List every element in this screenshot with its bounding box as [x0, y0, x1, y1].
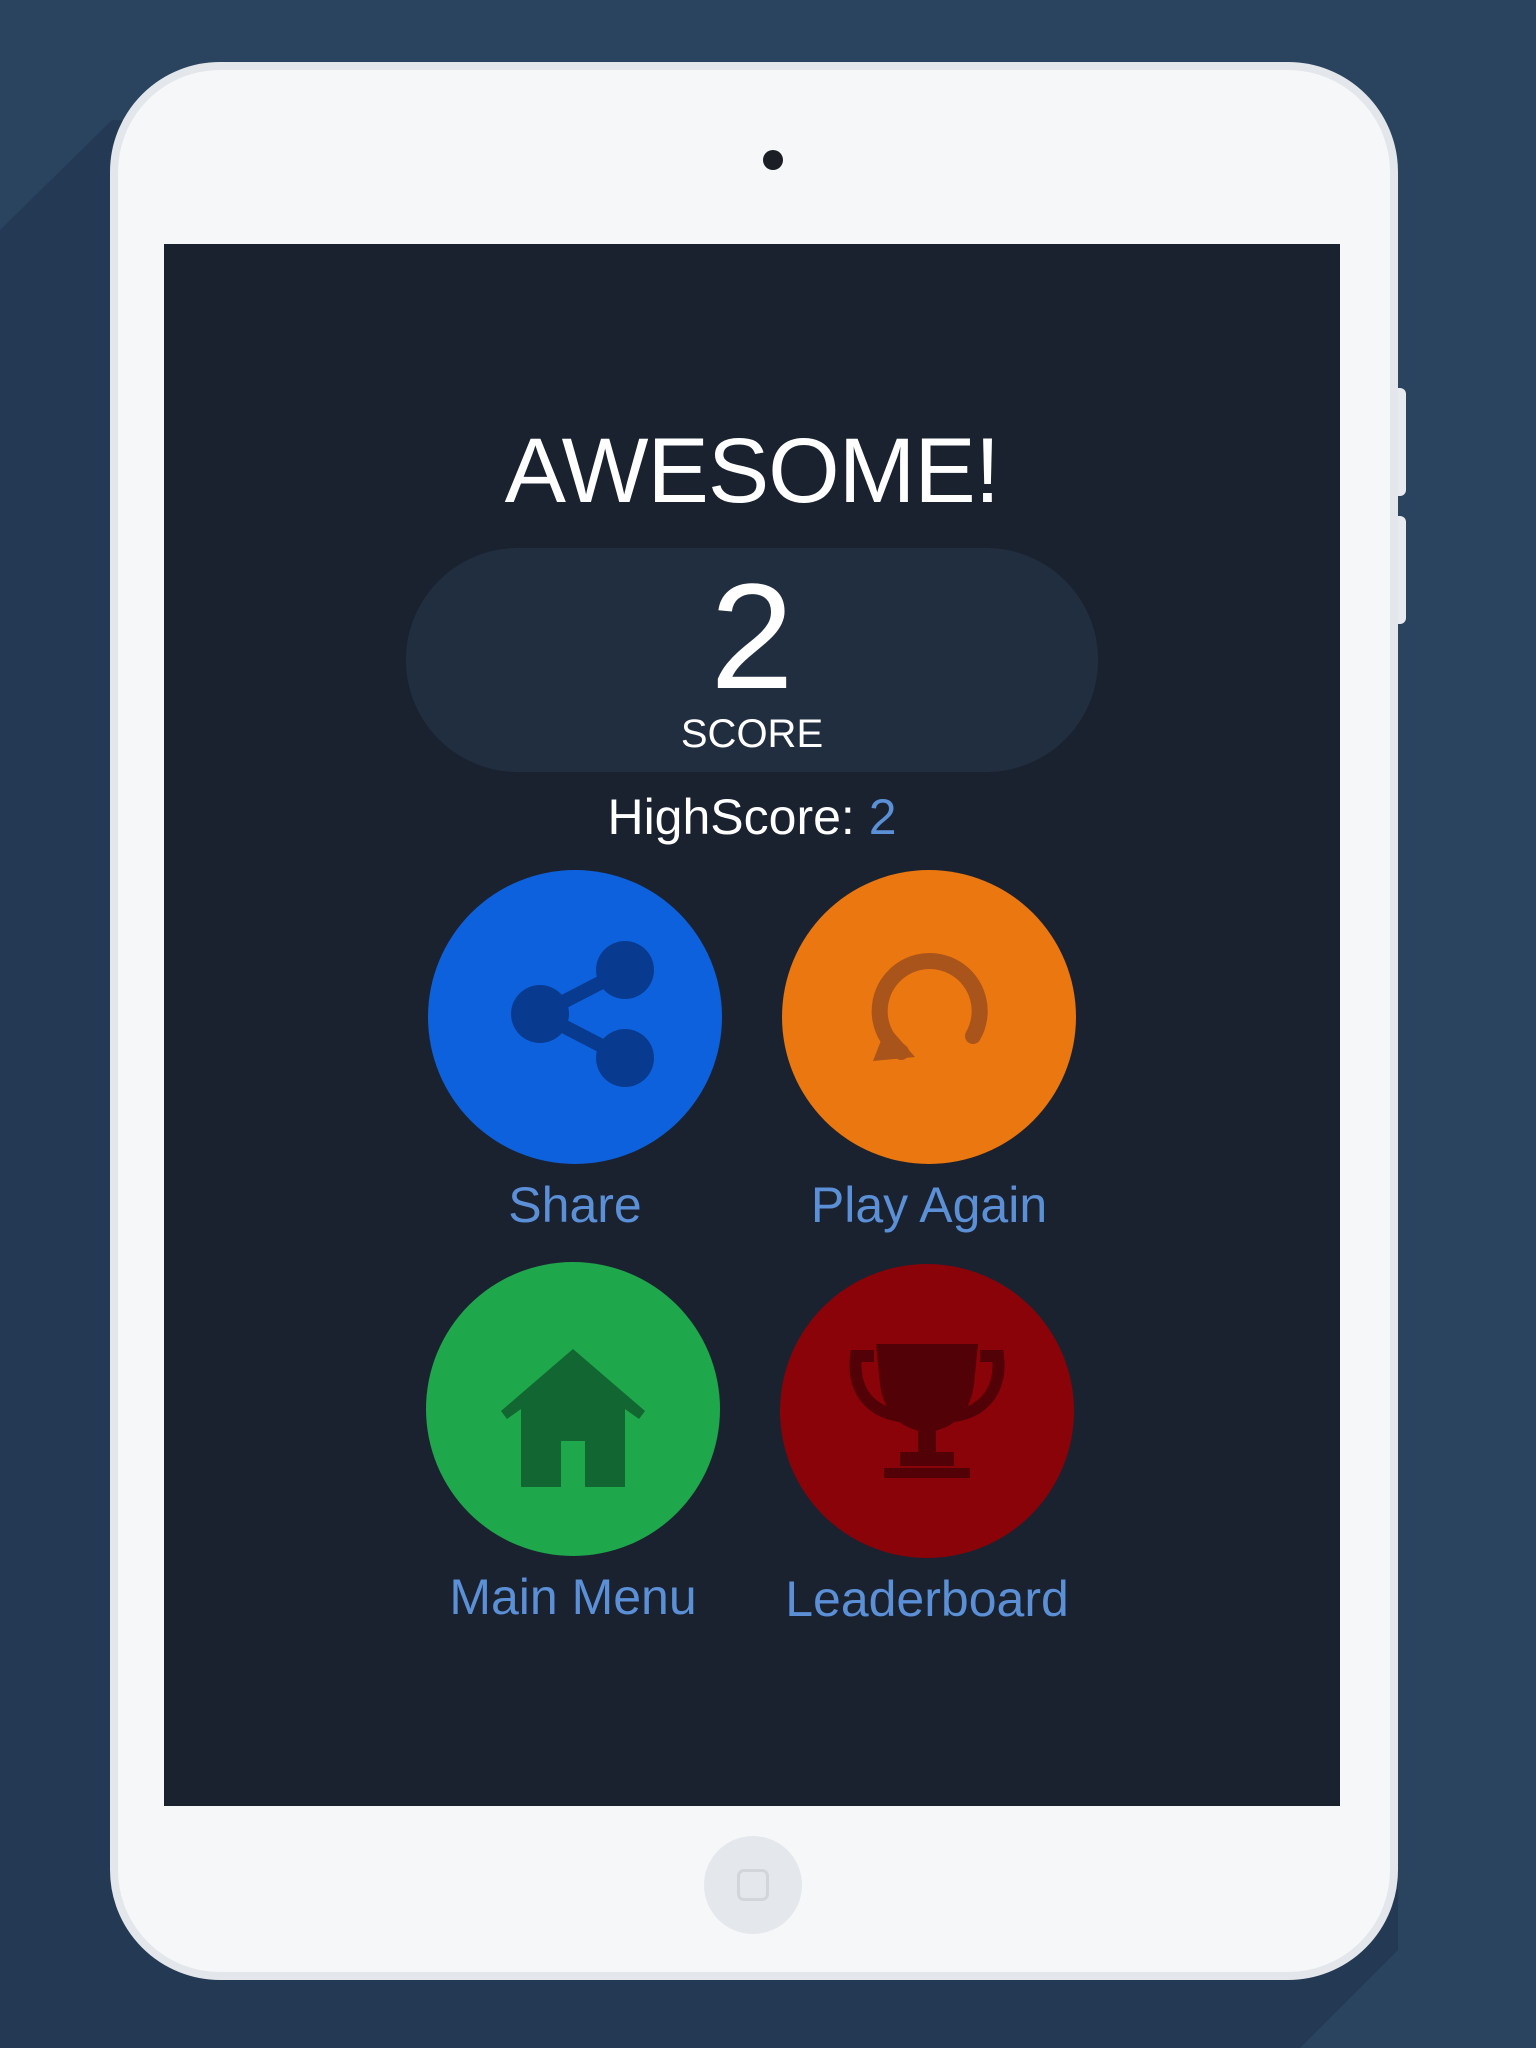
highscore-value: 2 — [868, 789, 897, 845]
share-label[interactable]: Share — [398, 1176, 752, 1234]
home-button-square-icon — [737, 1869, 769, 1901]
leaderboard-label[interactable]: Leaderboard — [750, 1570, 1104, 1628]
share-action[interactable]: Share — [428, 870, 722, 1234]
result-title: AWESOME! — [504, 420, 1001, 522]
leaderboard-button[interactable] — [780, 1264, 1074, 1558]
highscore-line: HighScore: 2 — [164, 788, 1340, 846]
trophy-icon — [849, 1344, 1005, 1478]
share-icon — [511, 941, 654, 1087]
main-menu-label[interactable]: Main Menu — [396, 1568, 750, 1626]
play-again-button[interactable] — [782, 870, 1076, 1164]
score-value: 2 — [710, 552, 794, 720]
play-again-label[interactable]: Play Again — [752, 1176, 1106, 1234]
score-label: SCORE — [680, 712, 824, 756]
leaderboard-action[interactable]: Leaderboard — [780, 1264, 1074, 1628]
front-camera — [763, 150, 783, 170]
highscore-label: HighScore: — [607, 789, 855, 845]
main-menu-action[interactable]: Main Menu — [426, 1262, 720, 1626]
tablet-home-button[interactable] — [704, 1836, 802, 1934]
play-again-action[interactable]: Play Again — [782, 870, 1076, 1234]
replay-icon — [871, 953, 988, 1061]
score-panel: 2 SCORE — [406, 548, 1098, 772]
game-over-screen: AWESOME! 2 SCORE HighScore: 2 Share Play… — [164, 244, 1340, 1806]
main-menu-button[interactable] — [426, 1262, 720, 1556]
share-button[interactable] — [428, 870, 722, 1164]
home-icon — [501, 1349, 645, 1487]
